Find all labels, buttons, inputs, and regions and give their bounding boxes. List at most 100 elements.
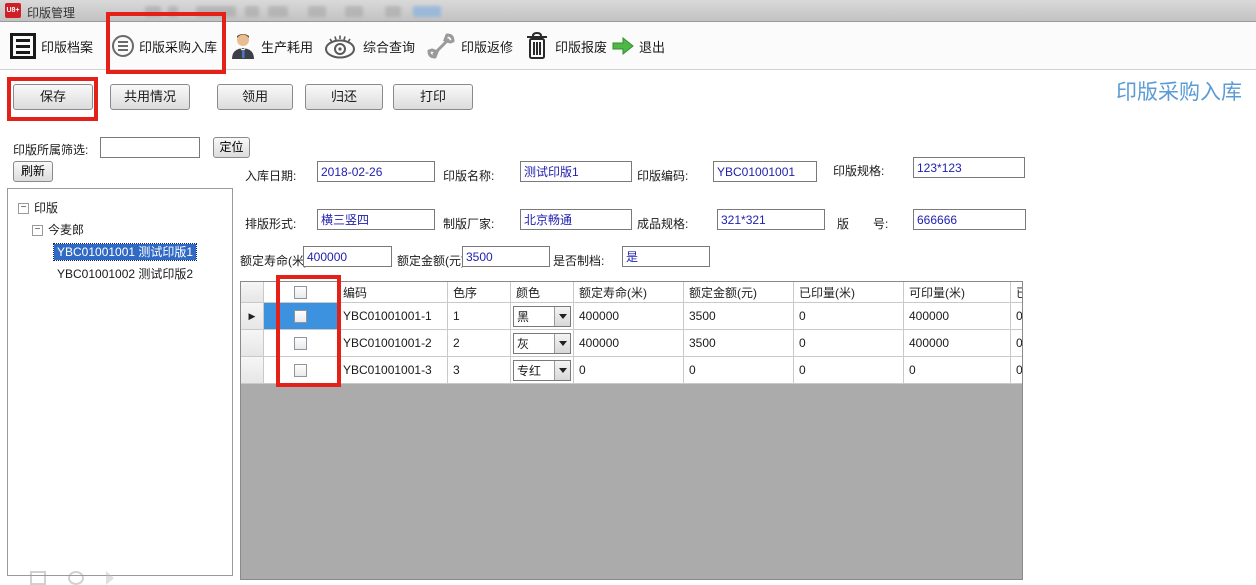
plate-no-input[interactable] [913, 209, 1026, 230]
grid-row-2[interactable]: YBC01001001-2 2 灰 400000 3500 0 400000 0… [241, 330, 1022, 357]
is-archived-input[interactable] [622, 246, 710, 267]
color-dropdown[interactable]: 灰 [513, 333, 571, 354]
wrench-icon [426, 31, 456, 61]
toolbar-item-exit[interactable]: 退出 [612, 22, 665, 70]
cell-seq[interactable]: 2 [448, 330, 511, 357]
tree-selected-item[interactable]: YBC01001001 测试印版1 [54, 244, 196, 260]
toolbar-item-plate-archive[interactable]: 印版档案 [10, 22, 93, 70]
bottom-clipped-icons [30, 571, 114, 585]
plate-no-label: 版 号: [837, 215, 888, 232]
cell-seq[interactable]: 1 [448, 303, 511, 330]
col-header-printable[interactable]: 可印量(米) [904, 282, 1011, 303]
save-button[interactable]: 保存 [13, 84, 93, 110]
plate-purchase-icon [112, 35, 134, 57]
color-dropdown[interactable]: 黑 [513, 306, 571, 327]
row-checkbox[interactable] [294, 337, 307, 350]
plate-code-input[interactable] [713, 161, 817, 182]
grid-row-1[interactable]: ▶ YBC01001001-1 1 黑 400000 3500 0 400000… [241, 303, 1022, 330]
cell-life[interactable]: 400000 [574, 330, 684, 357]
plate-filter-label: 印版所属筛选: [13, 141, 88, 158]
product-spec-input[interactable] [717, 209, 825, 230]
cell-clipped[interactable]: 0. [1011, 330, 1023, 357]
rated-amount-input[interactable] [462, 246, 550, 267]
cell-amount[interactable]: 3500 [684, 303, 794, 330]
in-date-label: 入库日期: [245, 167, 296, 184]
row-checkbox-cell [264, 330, 338, 357]
cell-amount[interactable]: 3500 [684, 330, 794, 357]
col-header-seq[interactable]: 色序 [448, 282, 511, 303]
cell-amount[interactable]: 0 [684, 357, 794, 384]
grid-row-3[interactable]: YBC01001001-3 3 专红 0 0 0 0 0 [241, 357, 1022, 384]
shared-status-button[interactable]: 共用情况 [110, 84, 190, 110]
toolbar-label: 印版采购入库 [139, 37, 217, 56]
plate-colors-grid: 编码 色序 颜色 额定寿命(米) 额定金额(元) 已印量(米) 可印量(米) 已… [240, 281, 1023, 580]
col-header-printed[interactable]: 已印量(米) [794, 282, 904, 303]
cell-printable[interactable]: 400000 [904, 303, 1011, 330]
cell-printed[interactable]: 0 [794, 330, 904, 357]
col-header-life[interactable]: 额定寿命(米) [574, 282, 684, 303]
maker-label: 制版厂家: [443, 215, 494, 232]
toolbar-item-plate-purchase-inbound[interactable]: 印版采购入库 [112, 22, 217, 70]
row-checkbox-cell [264, 303, 338, 330]
locate-button[interactable]: 定位 [213, 137, 250, 158]
borrow-button[interactable]: 领用 [217, 84, 293, 110]
print-button[interactable]: 打印 [393, 84, 473, 110]
page-title: 印版采购入库 [1116, 76, 1242, 106]
cell-life[interactable]: 400000 [574, 303, 684, 330]
plate-filter-input[interactable] [100, 137, 200, 158]
toolbar-label: 印版报废 [555, 37, 607, 56]
return-button[interactable]: 归还 [305, 84, 383, 110]
color-dropdown[interactable]: 专红 [513, 360, 571, 381]
cell-code[interactable]: YBC01001001-1 [338, 303, 448, 330]
cell-code[interactable]: YBC01001001-2 [338, 330, 448, 357]
app-logo: U8+ [5, 3, 21, 18]
plate-name-input[interactable] [520, 161, 632, 182]
row-checkbox[interactable] [294, 364, 307, 377]
tree-node-group[interactable]: −今麦郎 [8, 219, 232, 241]
cell-printable[interactable]: 0 [904, 357, 1011, 384]
row-checkbox[interactable] [294, 310, 307, 323]
tree-node-root[interactable]: −印版 [8, 197, 232, 219]
collapse-icon[interactable]: − [18, 203, 29, 214]
refresh-button[interactable]: 刷新 [13, 161, 53, 182]
tree-node-plate-1[interactable]: YBC01001001 测试印版1 [8, 241, 232, 263]
toolbar-label: 印版返修 [461, 37, 513, 56]
grid-header-row: 编码 色序 颜色 额定寿命(米) 额定金额(元) 已印量(米) 可印量(米) 已 [241, 282, 1022, 303]
cell-seq[interactable]: 3 [448, 357, 511, 384]
layout-form-input[interactable] [317, 209, 435, 230]
row-checkbox-cell [264, 357, 338, 384]
plate-archive-icon [10, 33, 36, 59]
cell-color: 灰 [511, 330, 574, 357]
toolbar-label: 生产耗用 [261, 37, 313, 56]
cell-printed[interactable]: 0 [794, 357, 904, 384]
cell-life[interactable]: 0 [574, 357, 684, 384]
col-header-clipped[interactable]: 已 [1011, 282, 1023, 303]
collapse-icon[interactable]: − [32, 225, 43, 236]
in-date-input[interactable] [317, 161, 435, 182]
col-header-amount[interactable]: 额定金额(元) [684, 282, 794, 303]
maker-input[interactable] [520, 209, 632, 230]
chevron-down-icon[interactable] [554, 307, 570, 326]
col-header-code[interactable]: 编码 [338, 282, 448, 303]
toolbar-item-combined-query[interactable]: 综合查询 [322, 22, 415, 70]
cell-clipped[interactable]: 0. [1011, 303, 1023, 330]
cell-color: 专红 [511, 357, 574, 384]
cell-printed[interactable]: 0 [794, 303, 904, 330]
toolbar-item-plate-scrap[interactable]: 印版报废 [524, 22, 607, 70]
grid-header-checkbox-cell [264, 282, 338, 303]
cell-printable[interactable]: 400000 [904, 330, 1011, 357]
rated-life-input[interactable] [303, 246, 392, 267]
cell-code[interactable]: YBC01001001-3 [338, 357, 448, 384]
col-header-color[interactable]: 颜色 [511, 282, 574, 303]
toolbar-label: 印版档案 [41, 37, 93, 56]
person-icon [230, 32, 256, 60]
select-all-checkbox[interactable] [294, 286, 307, 299]
plate-spec-input[interactable] [913, 157, 1025, 178]
toolbar-item-production-consume[interactable]: 生产耗用 [230, 22, 313, 70]
toolbar-item-plate-repair[interactable]: 印版返修 [426, 22, 513, 70]
tree-node-plate-2[interactable]: YBC01001002 测试印版2 [8, 263, 232, 285]
cell-clipped[interactable]: 0 [1011, 357, 1023, 384]
chevron-down-icon[interactable] [554, 334, 570, 353]
chevron-down-icon[interactable] [554, 361, 570, 380]
rated-amount-label: 额定金额(元) [397, 252, 465, 269]
